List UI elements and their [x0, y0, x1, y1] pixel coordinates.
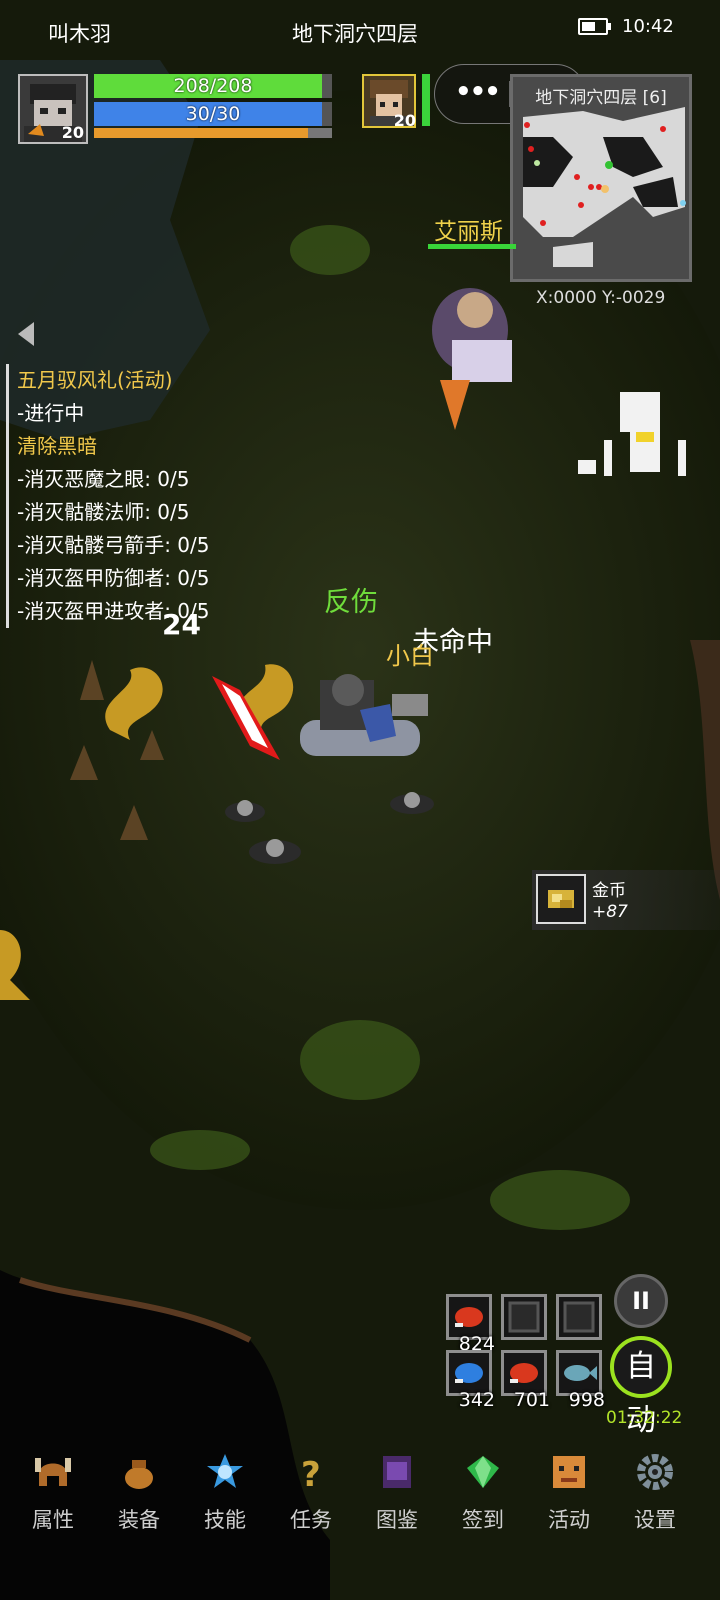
- quest-objective: -消灭骷髅法师: 0/5: [17, 500, 190, 524]
- quest-objective: -消灭骷髅弓箭手: 0/5: [17, 533, 210, 557]
- red-meat-icon: [510, 1363, 538, 1383]
- nav-settings[interactable]: 设置: [612, 1452, 698, 1534]
- pause-button[interactable]: II: [614, 1274, 668, 1328]
- item-count: 701: [513, 1389, 550, 1411]
- hotbar-slot-5[interactable]: 701: [501, 1350, 550, 1411]
- nav-quests[interactable]: ? 任务: [268, 1452, 354, 1534]
- player-level: 20: [61, 123, 84, 142]
- nav-label: 图鉴: [376, 1508, 418, 1532]
- hotbar-slot-2[interactable]: [501, 1294, 547, 1340]
- quest-objective: -消灭恶魔之眼: 0/5: [17, 467, 190, 491]
- mp-bar: 30/30: [94, 102, 332, 126]
- empty-slot-icon: [563, 1301, 595, 1333]
- skill-orb-icon: [207, 1454, 243, 1488]
- item-count: 998: [568, 1389, 605, 1411]
- xp-bar: [94, 128, 332, 138]
- fish-icon: [564, 1365, 597, 1381]
- auto-battle-button[interactable]: 自动: [610, 1336, 672, 1438]
- nav-codex[interactable]: 图鉴: [354, 1452, 440, 1534]
- helmet-icon: [35, 1458, 71, 1486]
- bottom-nav: 属性 装备 技能 ? 任务 图鉴 签到 活动 设置: [0, 1440, 720, 1550]
- nav-label: 任务: [290, 1508, 332, 1532]
- event-title: 五月驭风礼(活动): [17, 368, 173, 392]
- ally-hp-bar: [422, 74, 430, 126]
- hp-text: 208/208: [173, 75, 253, 97]
- mp-text: 30/30: [185, 103, 241, 125]
- gold-coin-icon: [536, 874, 586, 924]
- minimap-title: 地下洞穴四层 [6]: [535, 88, 667, 108]
- quest-tracker[interactable]: 五月驭风礼(活动) -进行中 清除黑暗 -消灭恶魔之眼: 0/5 -消灭骷髅法师…: [6, 364, 267, 628]
- damage-number: 24: [162, 608, 201, 641]
- clock: 10:42: [622, 16, 674, 37]
- status-bar: 叫木羽 地下洞穴四层 10:42: [0, 0, 720, 64]
- minimap[interactable]: 地下洞穴四层 [6]: [510, 74, 692, 282]
- ally-level: 20: [393, 111, 416, 130]
- hp-bar: 208/208: [94, 74, 332, 98]
- nav-label: 装备: [118, 1508, 160, 1532]
- hotbar-slot-6[interactable]: 998: [556, 1350, 605, 1411]
- empty-slot-icon: [508, 1301, 540, 1333]
- event-face-icon: [553, 1456, 585, 1488]
- location-title: 地下洞穴四层: [292, 22, 418, 46]
- hotbar-slot-3[interactable]: [556, 1294, 602, 1340]
- pet-name-label: 小白: [386, 642, 434, 670]
- bag-icon: [125, 1460, 153, 1489]
- quest-objective: -消灭盔甲进攻者: 0/5: [17, 599, 210, 623]
- battery-icon: [578, 18, 611, 35]
- gem-icon: [467, 1456, 499, 1488]
- nav-skills[interactable]: 技能: [182, 1452, 268, 1534]
- svg-text:?: ?: [301, 1455, 321, 1492]
- blue-meat-icon: [455, 1363, 483, 1383]
- player-coordinates: X:0000 Y:-0029: [536, 288, 666, 308]
- nav-label: 属性: [32, 1508, 74, 1532]
- quest-objective: -消灭盔甲防御者: 0/5: [17, 566, 210, 590]
- player-name: 叫木羽: [48, 22, 111, 46]
- pickup-notification: 金币 +87: [532, 870, 720, 930]
- nav-label: 签到: [462, 1508, 504, 1532]
- nav-label: 技能: [204, 1508, 246, 1532]
- reflect-damage-text: 反伤: [324, 587, 378, 618]
- more-menu-button[interactable]: •••: [455, 77, 501, 107]
- ally-name-label: 艾丽斯: [434, 219, 503, 245]
- event-status: -进行中: [17, 401, 85, 425]
- hotbar-slot-1[interactable]: 824: [446, 1294, 495, 1355]
- nav-events[interactable]: 活动: [526, 1452, 612, 1534]
- gear-icon: [637, 1454, 673, 1490]
- ally-overhead-hp-bar: [428, 244, 516, 249]
- hotbar-slot-4[interactable]: 342: [446, 1350, 495, 1411]
- nav-attributes[interactable]: 属性: [10, 1452, 96, 1534]
- pickup-item-name: 金币: [592, 881, 626, 901]
- nav-label: 设置: [634, 1508, 676, 1532]
- red-meat-icon: [455, 1307, 483, 1327]
- nav-checkin[interactable]: 签到: [440, 1452, 526, 1534]
- ally-portrait[interactable]: 20: [362, 74, 416, 130]
- collapse-quest-arrow-icon[interactable]: [18, 322, 34, 346]
- codex-book-icon: [383, 1456, 411, 1488]
- nav-equipment[interactable]: 装备: [96, 1452, 182, 1534]
- question-mark-icon: ?: [301, 1455, 321, 1495]
- item-count: 342: [458, 1389, 495, 1411]
- player-portrait[interactable]: 20: [18, 74, 88, 144]
- quest-title: 清除黑暗: [17, 434, 97, 458]
- pickup-amount: +87: [592, 902, 628, 922]
- nav-label: 活动: [548, 1508, 590, 1532]
- session-timer: 01:32:22: [606, 1408, 683, 1428]
